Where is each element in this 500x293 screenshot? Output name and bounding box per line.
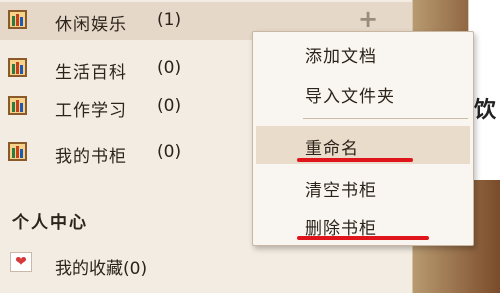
shelf-count: (1) [157, 10, 182, 30]
shelf-label: 休闲娱乐 [55, 15, 127, 35]
section-title-personal: 个人中心 [12, 213, 88, 233]
menu-item-rename[interactable]: 重命名 [305, 134, 359, 159]
bookshelf-icon [8, 142, 27, 161]
menu-item-clear-shelf[interactable]: 清空书柜 [305, 176, 377, 201]
annotation-underline [297, 158, 413, 162]
shelf-count: (0) [157, 96, 182, 116]
heart-icon[interactable]: ❤ [10, 252, 32, 272]
annotation-underline [297, 236, 429, 240]
shelf-count: (0) [157, 58, 182, 78]
shelf-count: (0) [157, 142, 182, 162]
menu-item-import-folder[interactable]: 导入文件夹 [305, 82, 395, 107]
shelf-label: 我的书柜 [55, 147, 127, 167]
background-glyph: 饮 [474, 98, 497, 123]
add-shelf-button[interactable]: + [358, 7, 378, 31]
menu-separator [303, 118, 468, 119]
bookshelf-icon [8, 58, 27, 77]
favorites-item[interactable]: 我的收藏(0) [55, 254, 147, 279]
bookshelf-icon [8, 96, 27, 115]
menu-item-add-document[interactable]: 添加文档 [305, 42, 377, 67]
context-menu: 添加文档 导入文件夹 重命名 清空书柜 删除书柜 [252, 31, 474, 246]
bookshelf-icon [8, 10, 27, 29]
shelf-label: 工作学习 [55, 101, 127, 121]
shelf-label: 生活百科 [55, 63, 127, 83]
